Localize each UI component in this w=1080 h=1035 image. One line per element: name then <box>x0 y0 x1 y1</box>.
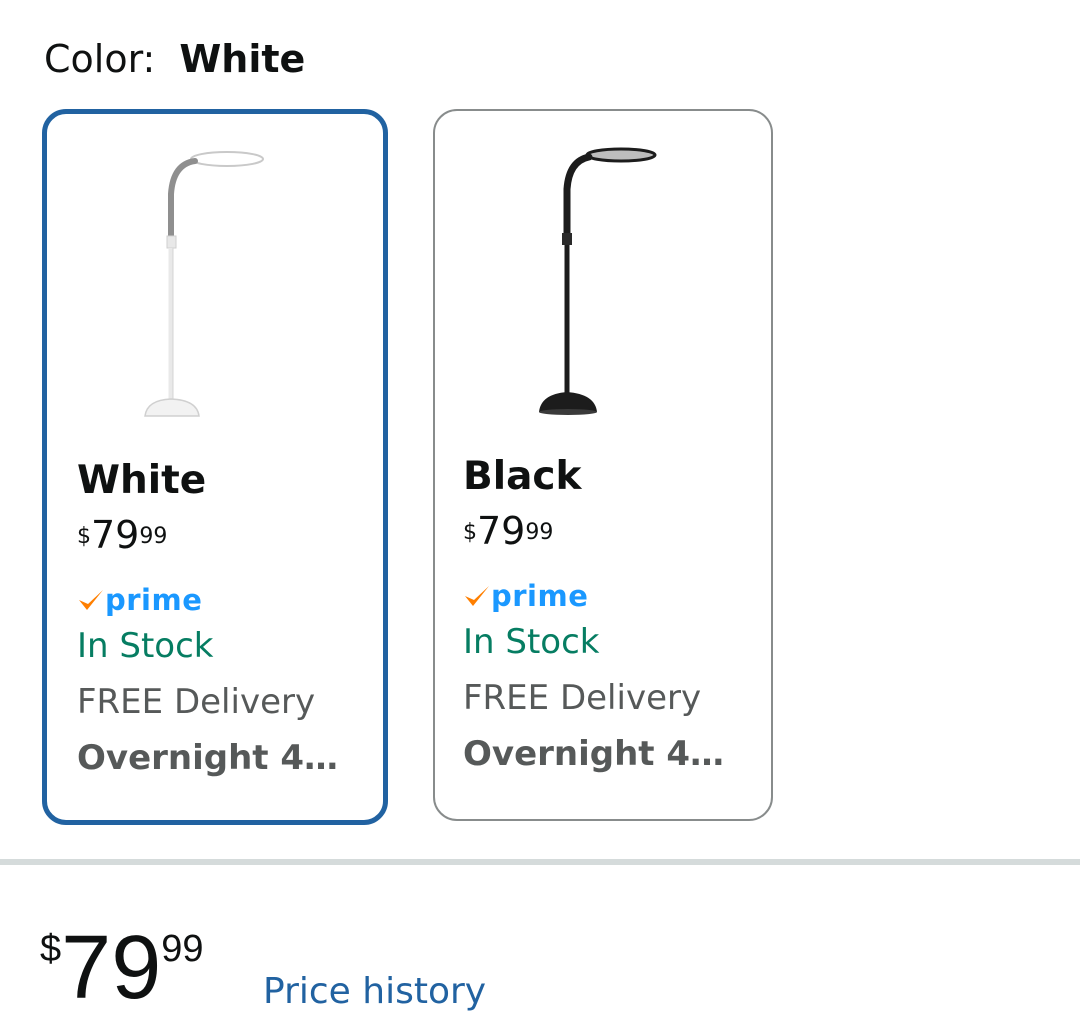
color-selector-header: Color: White <box>44 34 305 84</box>
variant-name: Black <box>463 454 582 499</box>
variant-card-black[interactable]: Black $7999 prime In Stock FREE Delivery… <box>433 109 773 821</box>
price-cents: 99 <box>161 928 204 970</box>
currency-symbol: $ <box>77 524 91 549</box>
product-price: $7999 <box>40 918 204 1018</box>
price-currency-symbol: $ <box>40 928 62 970</box>
variant-price: $7999 <box>77 510 373 560</box>
price-history-link[interactable]: Price history <box>263 967 486 1017</box>
color-label: Color: <box>44 37 156 81</box>
stock-status: In Stock <box>77 626 214 666</box>
black-floor-lamp-image <box>539 147 657 415</box>
stock-status: In Stock <box>463 622 600 662</box>
prime-badge: prime <box>463 578 761 614</box>
prime-badge: prime <box>77 582 373 618</box>
prime-label: prime <box>105 583 203 617</box>
white-floor-lamp-image <box>144 151 264 417</box>
prime-check-icon <box>465 586 489 606</box>
delivery-text: FREE Delivery <box>463 678 702 718</box>
price-whole: 79 <box>61 918 162 1018</box>
delivery-text: FREE Delivery <box>77 682 316 722</box>
price-whole: 79 <box>477 509 526 553</box>
variant-name: White <box>77 458 207 503</box>
price-cents: 99 <box>525 520 554 545</box>
currency-symbol: $ <box>463 520 477 545</box>
price-whole: 79 <box>91 513 140 557</box>
section-divider <box>0 859 1080 865</box>
delivery-speed: Overnight 4… <box>77 738 339 778</box>
selected-color-value: White <box>179 37 306 81</box>
price-cents: 99 <box>139 524 168 549</box>
variant-card-white[interactable]: White $7999 prime In Stock FREE Delivery… <box>42 109 388 825</box>
prime-check-icon <box>79 590 103 610</box>
variant-price: $7999 <box>463 506 761 556</box>
delivery-speed: Overnight 4… <box>463 734 725 774</box>
prime-label: prime <box>491 579 589 613</box>
